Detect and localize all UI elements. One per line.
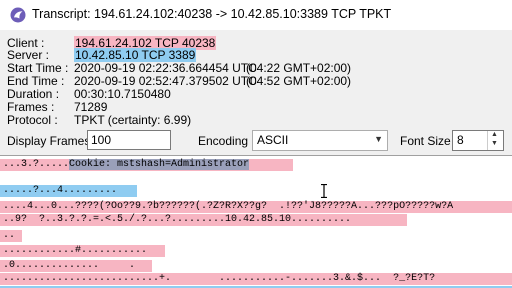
- transcript-line[interactable]: ...3.?.....Cookie: mstshash=Administrato…: [3, 159, 250, 171]
- transcript-line[interactable]: ....4...0...????(?Oo??9.?b??????(.?Z?R?X…: [3, 201, 453, 213]
- end-time-local: (04:52 GMT+02:00): [246, 74, 352, 88]
- transcript-line[interactable]: ..........................+. ...........…: [3, 273, 435, 285]
- start-time-local: (04:22 GMT+02:00): [246, 61, 352, 75]
- end-time-value: 2020-09-19 02:52:47.379502 UTC: [74, 74, 257, 88]
- font-size-label: Font Size: [400, 134, 451, 148]
- transcript-line[interactable]: ..: [3, 230, 15, 242]
- protocol-value: TPKT (certainty: 6.99): [74, 113, 192, 127]
- wireshark-fin-icon: [10, 7, 26, 23]
- window-title: Transcript: 194.61.24.102:40238 -> 10.42…: [32, 7, 392, 21]
- start-time-label: Start Time :: [7, 61, 69, 75]
- frames-value: 71289: [74, 100, 108, 114]
- duration-value: 00:30:10.7150480: [74, 87, 171, 101]
- spin-down-icon[interactable]: ▼: [491, 140, 498, 147]
- text-ibeam-cursor: [321, 184, 327, 198]
- transcript-line[interactable]: .....?...4.........: [3, 185, 117, 197]
- font-size-spinner[interactable]: 8 ▲ ▼: [452, 130, 504, 151]
- frames-label: Frames :: [7, 100, 55, 114]
- start-time-value: 2020-09-19 02:22:36.664454 UTC: [74, 61, 257, 75]
- encoding-label: Encoding: [198, 134, 249, 148]
- server-value: 10.42.85.10 TCP 3389: [74, 48, 197, 62]
- transcript-line[interactable]: ..9? ?..3.?.?.=.<.5./.?...?.........10.4…: [3, 214, 351, 226]
- encoding-select[interactable]: ASCII ▼: [252, 130, 388, 151]
- spinner-buttons[interactable]: ▲ ▼: [487, 131, 503, 150]
- font-size-value: 8: [457, 133, 464, 147]
- spin-up-icon[interactable]: ▲: [491, 131, 498, 138]
- title-bar: Transcript: 194.61.24.102:40238 -> 10.42…: [0, 0, 512, 30]
- selected-text: Cookie: mstshash=Administrator: [69, 159, 250, 170]
- end-time-label: End Time :: [7, 74, 65, 88]
- transcript-pane[interactable]: ...3.?.....Cookie: mstshash=Administrato…: [0, 155, 512, 288]
- chevron-down-icon: ▼: [374, 134, 383, 144]
- display-frames-input[interactable]: 100: [87, 130, 171, 150]
- server-label: Server :: [7, 48, 50, 62]
- display-frames-label: Display Frames: [7, 134, 91, 148]
- duration-label: Duration :: [7, 87, 60, 101]
- conversation-info-panel: Client : 194.61.24.102 TCP 40238 Server …: [0, 30, 512, 155]
- transcript-line[interactable]: .0.............. .: [3, 260, 135, 272]
- protocol-label: Protocol :: [7, 113, 58, 127]
- encoding-select-value: ASCII: [257, 133, 289, 147]
- transcript-line[interactable]: ............#...........: [3, 245, 147, 257]
